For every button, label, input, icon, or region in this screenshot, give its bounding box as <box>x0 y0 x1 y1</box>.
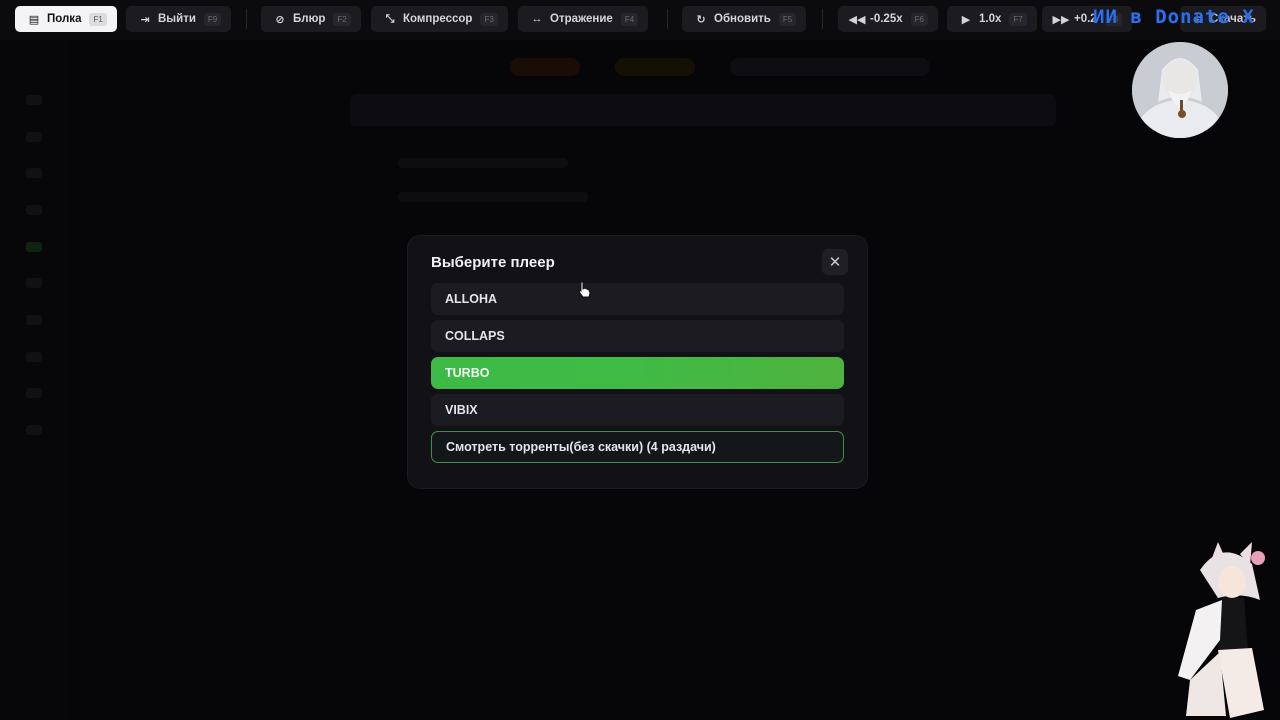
background-pill <box>510 58 580 76</box>
sidebar-icon <box>26 95 42 105</box>
mirror-icon: ↔ <box>531 13 543 25</box>
speed-reset-button[interactable]: ▶ 1.0x F7 <box>947 6 1037 32</box>
modal-title: Выберите плеер <box>431 254 555 271</box>
option-label: Смотреть торренты(без скачки) (4 раздачи… <box>446 440 716 454</box>
sidebar-icon <box>26 425 42 435</box>
option-label: TURBO <box>445 366 490 380</box>
refresh-button[interactable]: ↻ Обновить F5 <box>682 6 807 32</box>
background-text-line <box>398 192 588 202</box>
background-search-bar <box>350 94 1056 126</box>
shortcut-key: F5 <box>778 12 797 26</box>
rewind-icon: ◀◀ <box>848 13 866 26</box>
blur-button[interactable]: ⊘ Блюр F2 <box>261 6 361 32</box>
background-pill <box>615 58 695 76</box>
shortcut-key: F9 <box>203 12 222 26</box>
option-label: COLLAPS <box>445 329 505 343</box>
exit-icon: ⇥ <box>140 13 150 26</box>
mirror-button[interactable]: ↔ Отражение F4 <box>518 6 649 32</box>
sidebar-icon <box>26 278 42 288</box>
compressor-button[interactable]: ⤡ Компрессор F3 <box>371 6 508 32</box>
background-text-line <box>398 158 568 168</box>
shortcut-key: F3 <box>480 12 498 26</box>
fast-forward-icon: ▶▶ <box>1052 13 1070 26</box>
sidebar-icon <box>26 168 42 178</box>
toolbar-divider <box>822 9 823 29</box>
shelf-button[interactable]: ▤ Полка F1 <box>15 6 117 32</box>
shelf-label: Полка <box>47 13 82 25</box>
compressor-label: Компрессор <box>403 13 473 25</box>
portrait-image <box>1132 42 1228 138</box>
toolbar-divider <box>246 9 247 29</box>
compress-icon: ⤡ <box>385 12 395 25</box>
shortcut-key: F1 <box>89 12 107 26</box>
sidebar-icon <box>26 205 42 215</box>
top-toolbar: ▤ Полка F1 ⇥ Выйти F9 ⊘ Блюр F2 ⤡ Компре… <box>0 0 1280 40</box>
option-label: ALLOHA <box>445 292 498 306</box>
speed-down-button[interactable]: ◀◀ -0.25x F6 <box>838 6 938 32</box>
exit-label: Выйти <box>158 13 196 25</box>
refresh-icon: ↻ <box>696 13 706 26</box>
exit-button[interactable]: ⇥ Выйти F9 <box>126 6 232 32</box>
player-option-turbo[interactable]: TURBO <box>431 357 844 389</box>
shortcut-key: F4 <box>620 12 639 26</box>
donate-overlay-text: ИИ в Donate X <box>1093 6 1255 28</box>
speed-reset-label: 1.0x <box>979 13 1002 25</box>
sidebar-icon <box>26 315 42 325</box>
sidebar-icon-active <box>26 242 42 252</box>
shelf-icon: ▤ <box>28 13 40 26</box>
sidebar-icon <box>26 388 42 398</box>
background-sidebar <box>0 40 70 720</box>
toolbar-divider <box>667 9 668 29</box>
speed-down-label: -0.25x <box>870 13 903 25</box>
player-option-alloha[interactable]: ALLOHA <box>431 283 844 315</box>
sidebar-icon <box>26 352 42 362</box>
watch-torrents-button[interactable]: Смотреть торренты(без скачки) (4 раздачи… <box>431 431 844 463</box>
blur-label: Блюр <box>293 13 326 25</box>
background-pill <box>730 58 930 76</box>
shortcut-key: F7 <box>1009 12 1027 26</box>
play-icon: ▶ <box>961 13 971 26</box>
close-icon: ✕ <box>828 254 842 271</box>
close-button[interactable]: ✕ <box>822 249 848 275</box>
player-select-modal: Выберите плеер ✕ ALLOHA COLLAPS TURBO VI… <box>408 236 867 488</box>
refresh-label: Обновить <box>714 13 771 25</box>
webcam-avatar <box>1132 42 1228 138</box>
eye-off-icon: ⊘ <box>275 13 285 26</box>
mirror-label: Отражение <box>550 13 613 25</box>
player-option-collaps[interactable]: COLLAPS <box>431 320 844 352</box>
hand-cursor-icon <box>578 281 591 298</box>
shortcut-key: F6 <box>910 12 928 26</box>
anime-character-overlay <box>1178 542 1265 718</box>
shortcut-key: F2 <box>333 12 351 26</box>
player-option-vibix[interactable]: VIBIX <box>431 394 844 426</box>
background-header-pills <box>430 58 930 78</box>
option-label: VIBIX <box>445 403 478 417</box>
background-pagination <box>0 690 1280 720</box>
sidebar-icon <box>26 132 42 142</box>
